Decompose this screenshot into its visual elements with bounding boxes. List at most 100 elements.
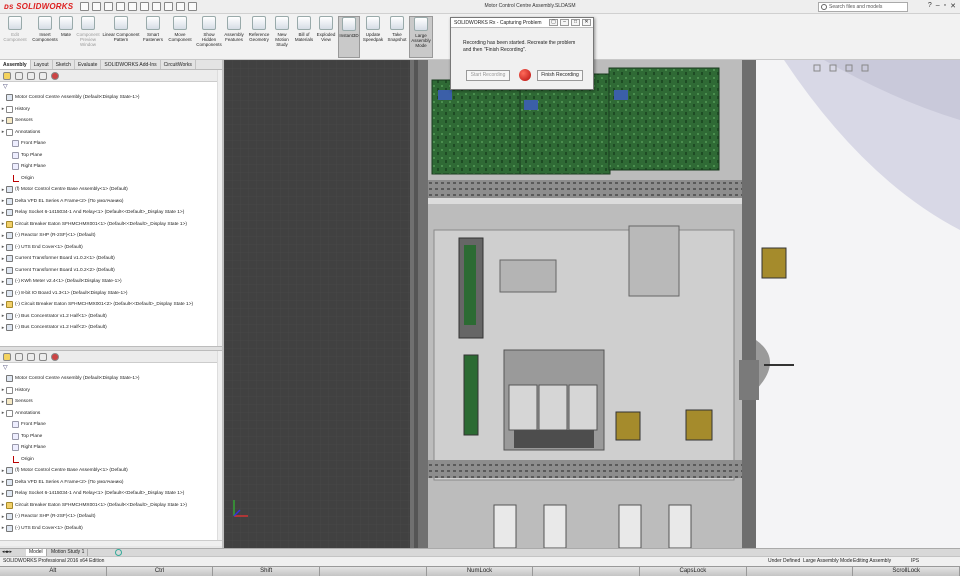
solidworks-logo[interactable]: ᴅs SOLIDWORKS	[4, 2, 73, 11]
tree-node[interactable]: Front Plane	[0, 138, 222, 150]
new-icon[interactable]	[92, 2, 101, 11]
finish-recording-button[interactable]: Finish Recording	[537, 70, 583, 81]
tree-node[interactable]: ▸ (-) UTS End Cover<1> (Default)	[0, 523, 222, 535]
key-ctrl[interactable]: Ctrl	[106, 567, 214, 576]
property-manager-icon[interactable]	[15, 353, 23, 361]
ribbon-button-3[interactable]: Component Preview Window	[76, 16, 100, 58]
ribbon-button-7[interactable]: Show Hidden Components	[196, 16, 222, 58]
tree-node[interactable]: ▸ (f) Motor Control Centre Base Assembly<…	[0, 465, 222, 477]
tree-node[interactable]: ▸ Current Transformer Board v1.0.2<2> (De…	[0, 265, 222, 277]
tree-node[interactable]: ▸ (f) Motor Control Centre Base Assembly<…	[0, 184, 222, 196]
ribbon-button-0[interactable]: Edit Component	[2, 16, 28, 58]
ribbon-button-13[interactable]: Instant3D	[338, 16, 360, 58]
feature-manager-icon[interactable]	[3, 72, 11, 80]
tab-4[interactable]: SOLIDWORKS Add-Ins	[101, 60, 161, 69]
start-recording-button[interactable]: Start Recording	[466, 70, 510, 81]
key-blank-5[interactable]	[533, 567, 641, 576]
key-numlock[interactable]: NumLock	[426, 567, 534, 576]
ribbon-button-5[interactable]: Smart Fasteners	[143, 16, 163, 58]
tree-node[interactable]: ▸ Annotations	[0, 408, 222, 420]
print-icon[interactable]	[128, 2, 137, 11]
tree-node[interactable]: ▸ Current Transformer Board v1.0.2<1> (De…	[0, 253, 222, 265]
dialog-close-button[interactable]: ✕	[582, 19, 591, 26]
key-blank-3[interactable]	[320, 567, 427, 576]
tab-3[interactable]: Evaluate	[75, 60, 102, 69]
key-shift[interactable]: Shift	[213, 567, 321, 576]
dialog-pin-icon[interactable]: ▢	[549, 19, 558, 26]
tree-node[interactable]: ▸ (-) 8-bit IO Board v1.3<1> (Default<Dis…	[0, 288, 222, 300]
dimxpert-icon[interactable]	[39, 72, 47, 80]
ribbon-button-8[interactable]: Assembly Features	[224, 16, 244, 58]
dimxpert-icon[interactable]	[39, 353, 47, 361]
tree-node[interactable]: ▸ Delta VFD EL Series A Frame<2> (По умол…	[0, 196, 222, 208]
key-capslock[interactable]: CapsLock	[640, 567, 747, 576]
select-icon[interactable]	[152, 2, 161, 11]
ribbon-button-4[interactable]: Linear Component Pattern	[101, 16, 141, 58]
ribbon-button-16[interactable]: Large Assembly Mode	[409, 16, 433, 58]
status-units[interactable]: IPS	[911, 557, 919, 566]
search-input[interactable]: Search files and models	[818, 2, 908, 12]
tree-node[interactable]: ▸ (-) Circuit Breaker Eaton SFHMCHMX001<2…	[0, 299, 222, 311]
ribbon-button-15[interactable]: Take Snapshot	[388, 16, 407, 58]
graphics-viewport[interactable]	[224, 60, 960, 548]
tree-node[interactable]: ▸ History	[0, 385, 222, 397]
file-properties-icon[interactable]	[176, 2, 185, 11]
tree-node[interactable]: ▸ Circuit Breaker Eaton SFHMCHMX001<1> (D…	[0, 500, 222, 512]
options-gear-icon[interactable]	[188, 2, 197, 11]
ribbon-button-1[interactable]: Insert Components	[32, 16, 58, 58]
tree-root[interactable]: Motor Control Centre Assembly (Default<D…	[0, 373, 222, 385]
display-manager-icon[interactable]	[51, 353, 59, 361]
dialog-minimize-button[interactable]: –	[560, 19, 569, 26]
tree-node[interactable]: ▸ Annotations	[0, 127, 222, 139]
tree-node[interactable]: Right Plane	[0, 442, 222, 454]
tree-node[interactable]: Origin	[0, 173, 222, 185]
tree-node[interactable]: Front Plane	[0, 419, 222, 431]
tree-node[interactable]: ▸ (-) UTS End Cover<1> (Default)	[0, 242, 222, 254]
tab-5[interactable]: CircuitWorks	[161, 60, 196, 69]
tab-0[interactable]: Assembly	[0, 60, 31, 69]
tree-horizontal-scrollbar[interactable]	[0, 540, 222, 546]
tab-2[interactable]: Sketch	[53, 60, 75, 69]
tree-node[interactable]: ▸ Sensors	[0, 396, 222, 408]
tree-node[interactable]: Top Plane	[0, 431, 222, 443]
ribbon-button-6[interactable]: Move Component	[166, 16, 194, 58]
tree-node[interactable]: ▸ (-) KWh Meter v2.4<1> (Default<Display …	[0, 276, 222, 288]
tree-node[interactable]: ▸ Relay Socket 6-1415034-1 And Relay<1> (…	[0, 207, 222, 219]
tree-node[interactable]: ▸ (-) Reactor SHP (R-2SF)<1> (Default)	[0, 230, 222, 242]
configuration-manager-icon[interactable]	[27, 72, 35, 80]
open-icon[interactable]	[104, 2, 113, 11]
tree-node[interactable]: ▸ (-) Bus Concentrator v1.2 Half<2> (Defa…	[0, 322, 222, 334]
minimize-button[interactable]: –	[936, 2, 940, 10]
key-blank-7[interactable]	[746, 567, 854, 576]
close-button[interactable]: ✕	[950, 2, 956, 10]
help-icon[interactable]: ?	[928, 2, 932, 10]
tree-node[interactable]: ▸ (-) Bus Concentrator v1.2 Half<1> (Defa…	[0, 311, 222, 323]
tree-node[interactable]: Right Plane	[0, 161, 222, 173]
undo-icon[interactable]	[140, 2, 149, 11]
ribbon-button-12[interactable]: Exploded View	[316, 16, 336, 58]
tree-node[interactable]: ▸ Relay Socket 6-1415034-1 And Relay<1> (…	[0, 488, 222, 500]
tree-node[interactable]: Origin	[0, 454, 222, 466]
tree-node[interactable]: ▸ History	[0, 104, 222, 116]
home-icon[interactable]	[80, 2, 89, 11]
display-manager-icon[interactable]	[51, 72, 59, 80]
save-icon[interactable]	[116, 2, 125, 11]
tree-filter-icon[interactable]: ▽	[0, 82, 222, 92]
tree-node[interactable]: Top Plane	[0, 150, 222, 162]
ribbon-button-2[interactable]: Mate	[59, 16, 73, 58]
ribbon-button-9[interactable]: Reference Geometry	[247, 16, 271, 58]
assembly-3d-view[interactable]	[224, 60, 960, 548]
tree-node[interactable]: ▸ (-) Reactor SHP (R-2SF)<1> (Default)	[0, 511, 222, 523]
ribbon-button-14[interactable]: Update Speedpak	[362, 16, 384, 58]
tab-1[interactable]: Layout	[31, 60, 53, 69]
dialog-maximize-button[interactable]: □	[571, 19, 580, 26]
feature-manager-icon[interactable]	[3, 353, 11, 361]
tree-filter-icon[interactable]: ▽	[0, 363, 222, 373]
tree-node[interactable]: ▸ Circuit Breaker Eaton SFHMCHMX001<1> (D…	[0, 219, 222, 231]
tab-scroll-left-icon[interactable]: ◂◂▸▸	[2, 549, 12, 555]
restore-button[interactable]: ▫	[944, 2, 946, 10]
configuration-manager-icon[interactable]	[27, 353, 35, 361]
property-manager-icon[interactable]	[15, 72, 23, 80]
tree-node[interactable]: ▸ Delta VFD EL Series A Frame<2> (По умол…	[0, 477, 222, 489]
tree-root[interactable]: Motor Control Centre Assembly (Default<D…	[0, 92, 222, 104]
